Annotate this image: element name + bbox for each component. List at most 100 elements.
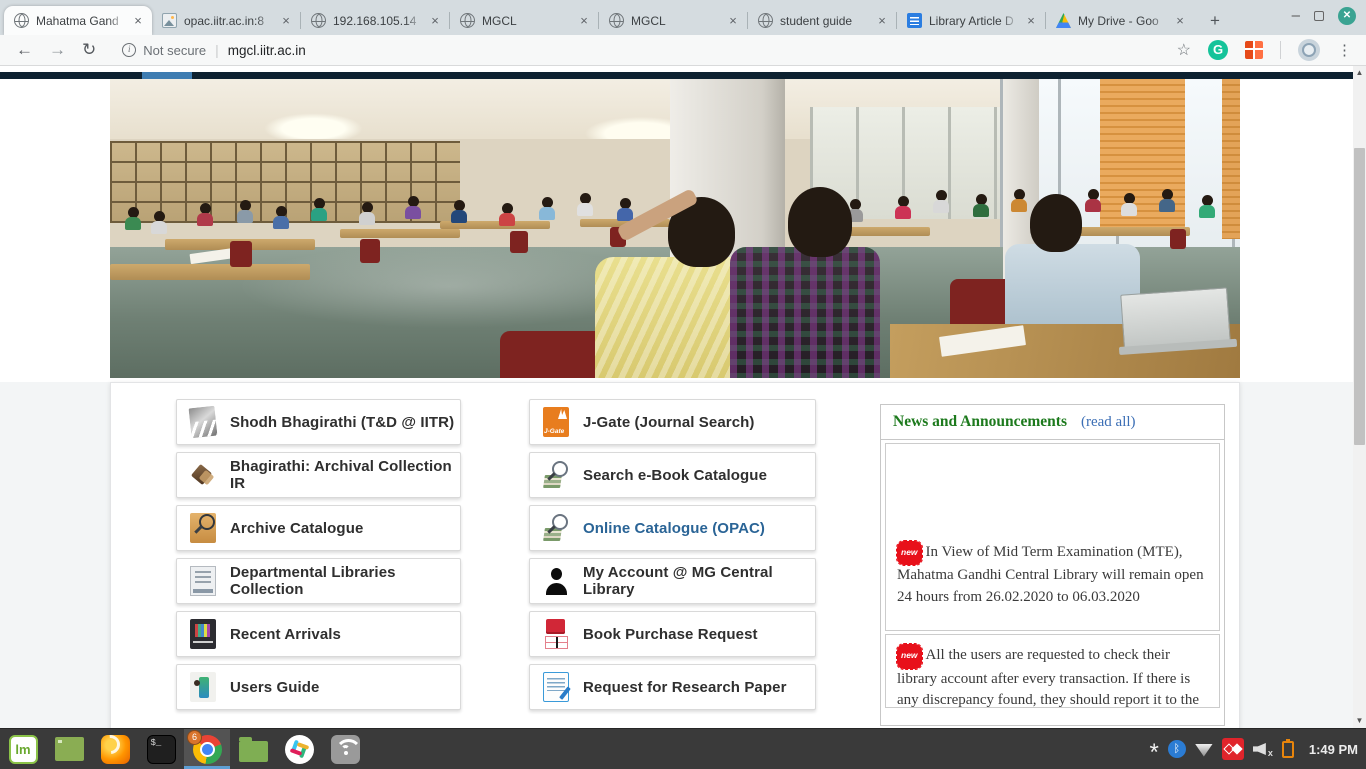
photo-person-blue-shirt [1005,244,1140,334]
slack-launcher[interactable] [276,729,322,769]
reload-button[interactable]: ↻ [82,40,96,60]
tab-close-icon[interactable]: × [130,13,146,29]
photo-person-yellow-shirt [595,257,750,378]
link-ebook-catalogue[interactable]: Search e-Book Catalogue [529,452,816,498]
site-navbar-strip [0,72,1353,79]
link-label: Search e-Book Catalogue [583,467,767,484]
link-departmental-libraries[interactable]: Departmental Libraries Collection [176,558,461,604]
link-label: Recent Arrivals [230,626,341,643]
opac-search-icon [543,513,569,543]
link-users-guide[interactable]: Users Guide [176,664,461,710]
link-label: Shodh Bhagirathi (T&D @ IITR) [230,414,454,431]
terminal-launcher[interactable]: $_ [138,729,184,769]
photo-chair [500,331,605,378]
news-item: newIn View of Mid Term Examination (MTE)… [885,443,1220,631]
volume-muted-icon[interactable]: x [1253,740,1273,758]
google-docs-favicon [907,13,922,28]
link-label: J-Gate (Journal Search) [583,414,755,431]
tab-strip: Mahatma Gand × opac.iitr.ac.in:8 × 192.1… [4,6,1230,35]
globe-favicon [14,13,29,28]
globe-favicon [460,13,475,28]
link-book-purchase[interactable]: Book Purchase Request [529,611,816,657]
thesis-book-icon [189,406,218,439]
link-archive-catalogue[interactable]: Archive Catalogue [176,505,461,551]
link-label: Book Purchase Request [583,626,758,643]
tab-mahatma-gandhi-library[interactable]: Mahatma Gand × [4,6,152,35]
google-drive-favicon [1056,13,1071,28]
tab-title: student guide [780,14,870,28]
files-launcher[interactable] [230,729,276,769]
scroll-up-arrow[interactable]: ▲ [1353,66,1366,80]
tab-student-guide[interactable]: student guide × [748,6,896,35]
link-opac[interactable]: Online Catalogue (OPAC) [529,505,816,551]
tab-close-icon[interactable]: × [725,13,741,29]
tab-my-drive[interactable]: My Drive - Goo × [1046,6,1194,35]
research-paper-icon [543,672,569,702]
window-controls: – ✕ [1292,7,1356,25]
tab-close-icon[interactable]: × [427,13,443,29]
tab-ip-address[interactable]: 192.168.105.14 × [301,6,449,35]
navbar-active-highlight [142,72,192,79]
globe-favicon [609,13,624,28]
tab-close-icon[interactable]: × [278,13,294,29]
grammarly-extension-icon[interactable]: G [1208,40,1228,60]
page-info-icon[interactable]: i [122,43,136,57]
minimize-button[interactable]: – [1292,11,1300,21]
globe-favicon [311,13,326,28]
slack-icon [285,735,314,764]
close-button[interactable]: ✕ [1338,7,1356,25]
url-text[interactable]: mgcl.iitr.ac.in [228,43,306,58]
new-tab-button[interactable]: + [1200,9,1230,33]
taskbar-clock: 1:49 PM [1309,742,1358,757]
link-label: Bhagirathi: Archival Collection IR [230,458,460,492]
link-bhagirathi-archival[interactable]: Bhagirathi: Archival Collection IR [176,452,461,498]
link-label: Archive Catalogue [230,520,363,537]
desktop-icon [55,737,84,761]
page-scrollbar[interactable]: ▲ ▼ [1353,66,1366,728]
show-desktop-button[interactable] [46,729,92,769]
tab-close-icon[interactable]: × [576,13,592,29]
link-research-paper[interactable]: Request for Research Paper [529,664,816,710]
tab-close-icon[interactable]: × [874,13,890,29]
system-tray: * ᛒ x 1:49 PM [1150,738,1366,760]
tab-close-icon[interactable]: × [1172,13,1188,29]
scroll-down-arrow[interactable]: ▼ [1353,714,1366,728]
chrome-window-button[interactable]: 6 [184,729,230,769]
profile-avatar[interactable] [1298,39,1320,61]
slack-tray-icon[interactable]: * [1150,748,1159,758]
news-header: News and Announcements (read all) [881,405,1224,440]
restore-button[interactable] [1314,11,1324,21]
firefox-icon [101,735,130,764]
forward-button[interactable]: → [49,40,66,60]
menu-mint-button[interactable]: lm [0,729,46,769]
tab-mgcl-1[interactable]: MGCL × [450,6,598,35]
tab-library-article[interactable]: Library Article D × [897,6,1045,35]
extension-icon[interactable] [1245,41,1263,59]
tab-opac[interactable]: opac.iitr.ac.in:8 × [152,6,300,35]
browser-menu-icon[interactable]: ⋮ [1337,41,1352,59]
bluetooth-icon[interactable]: ᛒ [1168,740,1186,758]
link-label: My Account @ MG Central Library [583,564,815,598]
tab-title: Mahatma Gand [36,14,126,28]
taskbar: lm $_ 6 * ᛒ x 1:49 PM [0,728,1366,769]
news-title: News and Announcements [893,413,1067,431]
scrollbar-thumb[interactable] [1354,148,1365,445]
news-item: newAll the users are requested to check … [885,634,1220,708]
firefox-launcher[interactable] [92,729,138,769]
back-button[interactable]: ← [16,40,33,60]
network-tool-launcher[interactable] [322,729,368,769]
link-jgate[interactable]: J-Gate J-Gate (Journal Search) [529,399,816,445]
link-recent-arrivals[interactable]: Recent Arrivals [176,611,461,657]
link-shodh-bhagirathi[interactable]: Shodh Bhagirathi (T&D @ IITR) [176,399,461,445]
folder-icon [239,741,268,762]
anydesk-icon[interactable] [1222,738,1244,760]
link-my-account[interactable]: My Account @ MG Central Library [529,558,816,604]
bookmark-star-icon[interactable]: ☆ [1177,40,1191,60]
tab-close-icon[interactable]: × [1023,13,1039,29]
read-all-link[interactable]: (read all) [1081,414,1136,431]
wifi-status-icon[interactable] [1195,744,1213,757]
link-label: Request for Research Paper [583,679,787,696]
account-icon [543,566,569,596]
tab-mgcl-2[interactable]: MGCL × [599,6,747,35]
battery-icon[interactable] [1282,741,1294,758]
